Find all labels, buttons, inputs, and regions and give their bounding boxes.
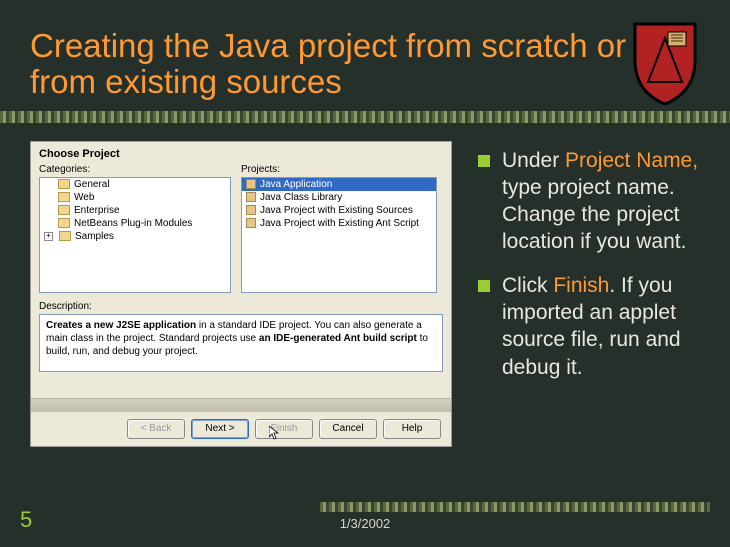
- folder-icon: [58, 205, 70, 215]
- dialog-header: Choose Project: [31, 142, 451, 164]
- bullet-list: Under Project Name, type project name. C…: [452, 141, 730, 447]
- project-item[interactable]: Java Application: [242, 178, 436, 191]
- category-item[interactable]: General: [40, 178, 230, 191]
- folder-icon: [59, 231, 71, 241]
- bullet-icon: [478, 280, 490, 292]
- file-icon: [246, 218, 256, 228]
- folder-icon: [58, 218, 70, 228]
- project-label: Java Application: [260, 179, 332, 190]
- bullet-highlight: Finish: [553, 274, 609, 297]
- categories-label: Categories:: [39, 164, 231, 177]
- projects-listbox[interactable]: Java Application Java Class Library Java…: [241, 177, 437, 293]
- category-item[interactable]: Enterprise: [40, 204, 230, 217]
- decorative-stripe-top: [0, 111, 730, 123]
- category-label: General: [74, 179, 110, 190]
- dialog-divider: [31, 398, 451, 412]
- project-item[interactable]: Java Class Library: [242, 191, 436, 204]
- project-label: Java Class Library: [260, 192, 342, 203]
- bullet-item: Click Finish. If you imported an applet …: [478, 272, 710, 381]
- project-item[interactable]: Java Project with Existing Ant Script: [242, 217, 436, 230]
- category-label: Samples: [75, 231, 114, 242]
- slide-title: Creating the Java project from scratch o…: [0, 0, 730, 111]
- slide-date: 1/3/2002: [0, 516, 730, 531]
- category-item[interactable]: + Samples: [40, 230, 230, 243]
- bullet-icon: [478, 155, 490, 167]
- bullet-text: Click: [502, 274, 553, 297]
- expand-icon[interactable]: +: [44, 232, 53, 241]
- projects-label: Projects:: [241, 164, 437, 177]
- file-icon: [246, 205, 256, 215]
- cursor-icon: [269, 426, 279, 440]
- bullet-highlight: Project Name,: [565, 149, 698, 172]
- next-button[interactable]: Next >: [191, 419, 249, 439]
- back-button[interactable]: < Back: [127, 419, 185, 439]
- file-icon: [246, 179, 256, 189]
- file-icon: [246, 192, 256, 202]
- project-item[interactable]: Java Project with Existing Sources: [242, 204, 436, 217]
- bullet-text: Under: [502, 149, 565, 172]
- category-item[interactable]: Web: [40, 191, 230, 204]
- category-label: Enterprise: [74, 205, 120, 216]
- bullet-item: Under Project Name, type project name. C…: [478, 147, 710, 256]
- category-label: NetBeans Plug-in Modules: [74, 218, 192, 229]
- folder-icon: [58, 179, 70, 189]
- finish-button[interactable]: Finish: [255, 419, 313, 439]
- project-label: Java Project with Existing Sources: [260, 205, 413, 216]
- cancel-button[interactable]: Cancel: [319, 419, 377, 439]
- content-row: Choose Project Categories: General Web E…: [0, 141, 730, 447]
- description-box: Creates a new J2SE application in a stan…: [39, 314, 443, 372]
- decorative-stripe-bottom: [320, 502, 710, 512]
- bullet-text: type project name. Change the project lo…: [502, 176, 686, 254]
- category-label: Web: [74, 192, 94, 203]
- wizard-dialog: Choose Project Categories: General Web E…: [30, 141, 452, 447]
- help-button[interactable]: Help: [383, 419, 441, 439]
- description-label: Description:: [31, 293, 451, 314]
- dialog-button-row: < Back Next > Finish Cancel Help: [31, 412, 451, 446]
- project-label: Java Project with Existing Ant Script: [260, 218, 419, 229]
- folder-icon: [58, 192, 70, 202]
- categories-listbox[interactable]: General Web Enterprise NetBeans Plug-in …: [39, 177, 231, 293]
- category-item[interactable]: NetBeans Plug-in Modules: [40, 217, 230, 230]
- shield-logo: [630, 20, 700, 106]
